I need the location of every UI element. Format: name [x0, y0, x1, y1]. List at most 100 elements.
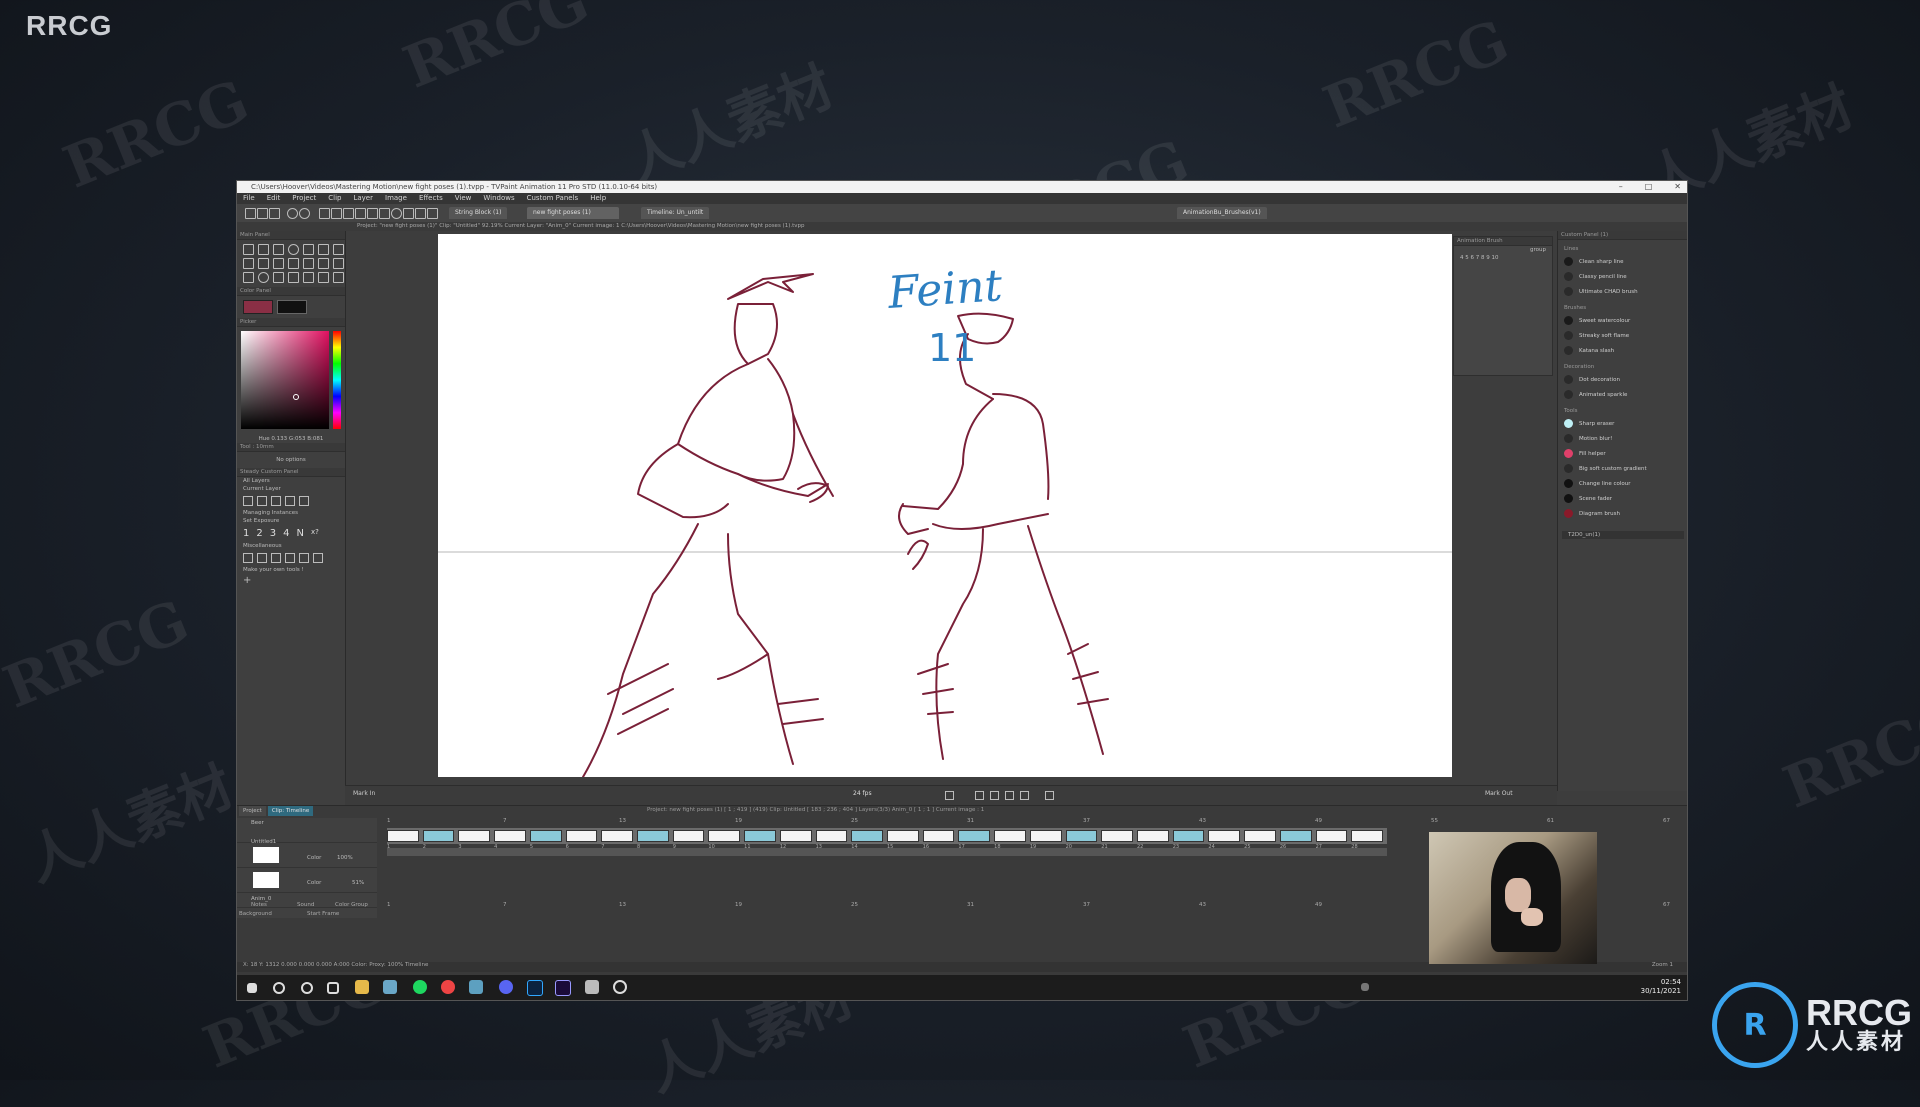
new-file-icon[interactable]	[245, 208, 256, 219]
loop-icon[interactable]	[1045, 791, 1054, 800]
instance-icon[interactable]	[243, 496, 253, 506]
timeline-cel[interactable]	[1029, 830, 1062, 842]
tool-icon[interactable]	[355, 208, 366, 219]
open-file-icon[interactable]	[257, 208, 268, 219]
brush-num[interactable]: 8	[1481, 255, 1485, 261]
premiere-icon[interactable]	[555, 980, 571, 996]
tool-icon[interactable]	[415, 208, 426, 219]
layer-opacity[interactable]: 100%	[337, 855, 353, 861]
maximize-button[interactable]: □	[1645, 181, 1653, 193]
all-layers-item[interactable]: All Layers	[237, 477, 345, 485]
rotate-tool-icon[interactable]	[258, 272, 269, 283]
timeline-cel[interactable]	[494, 830, 526, 842]
custom-panel-item[interactable]: Ultimate CHAD brush	[1558, 284, 1687, 299]
bezier-tool-icon[interactable]	[318, 244, 329, 255]
brush-num[interactable]: 6	[1471, 255, 1475, 261]
cortana-icon[interactable]	[301, 982, 313, 994]
menu-help[interactable]: Help	[590, 193, 606, 204]
tool-icon[interactable]	[303, 272, 314, 283]
system-clock[interactable]: 02:54 30/11/2021	[1641, 978, 1681, 996]
menu-clip[interactable]: Clip	[328, 193, 341, 204]
custom-panel-item[interactable]: Katana slash	[1558, 343, 1687, 358]
custom-panel-item[interactable]: Clean sharp line	[1558, 254, 1687, 269]
color-picker[interactable]	[241, 331, 341, 435]
timeline-cel[interactable]	[422, 830, 455, 842]
arrow-down-icon[interactable]	[285, 553, 295, 563]
tab-animation-brushes[interactable]: AnimationBu_Brushes(v1)	[1177, 207, 1267, 219]
hand-tool-icon[interactable]	[273, 258, 284, 269]
arrow-icon[interactable]	[243, 553, 253, 563]
layer-row[interactable]: Color 51%	[237, 868, 377, 893]
file-explorer-icon[interactable]	[355, 980, 369, 994]
tool-icon[interactable]	[343, 208, 354, 219]
custom-panel-item[interactable]: Sweet watercolour	[1558, 313, 1687, 328]
instance-icon[interactable]	[285, 496, 295, 506]
timeline-cel[interactable]	[815, 830, 848, 842]
timeline-cel[interactable]	[637, 830, 669, 842]
custom-panel-item[interactable]: Diagram brush	[1558, 506, 1687, 521]
primary-color-swatch[interactable]	[243, 300, 273, 314]
instance-icon[interactable]	[257, 496, 267, 506]
chrome-icon[interactable]	[441, 980, 455, 994]
menu-edit[interactable]: Edit	[267, 193, 281, 204]
tvpaint-icon[interactable]	[469, 980, 483, 994]
arrow-icon[interactable]	[257, 553, 267, 563]
play-stop-icon[interactable]	[945, 791, 954, 800]
secondary-color-swatch[interactable]	[277, 300, 307, 314]
exposure-3-button[interactable]: 3	[270, 528, 276, 539]
brush-tool-icon[interactable]	[243, 244, 254, 255]
notes-tab[interactable]: Notes	[251, 902, 267, 908]
sound-tab[interactable]: Sound	[297, 902, 314, 908]
timeline-cel[interactable]	[1351, 830, 1383, 842]
close-button[interactable]: ✕	[1674, 181, 1681, 193]
timeline-cel[interactable]	[958, 830, 991, 842]
tab-new-fight-poses[interactable]: new fight poses (1)	[527, 207, 619, 219]
menu-file[interactable]: File	[243, 193, 255, 204]
menu-image[interactable]: Image	[385, 193, 407, 204]
tab-clip-timeline[interactable]: Clip: Timeline	[267, 806, 314, 816]
hue-slider[interactable]	[333, 331, 341, 429]
start-button-icon[interactable]	[247, 983, 257, 993]
tab-timeline[interactable]: Timeline: Un_untilt	[641, 207, 710, 219]
last-frame-icon[interactable]	[1020, 791, 1029, 800]
brush-num[interactable]: 4	[1460, 255, 1464, 261]
layer-opacity[interactable]: 51%	[352, 880, 364, 886]
timeline-cel[interactable]	[565, 830, 598, 842]
brush-num[interactable]: 7	[1476, 255, 1480, 261]
tool-icon[interactable]	[318, 272, 329, 283]
instance-icon[interactable]	[271, 496, 281, 506]
timeline-cel[interactable]	[708, 830, 741, 842]
custom-panel-item[interactable]: Animated sparkle	[1558, 387, 1687, 402]
brush-num[interactable]: 10	[1492, 255, 1499, 261]
tool-icon[interactable]	[427, 208, 438, 219]
timeline-cel[interactable]	[922, 830, 955, 842]
saturation-square[interactable]	[241, 331, 329, 429]
fps-field[interactable]: 24 fps	[853, 790, 872, 797]
arrow-up-icon[interactable]	[271, 553, 281, 563]
timeline-cel[interactable]	[1315, 830, 1348, 842]
timeline-cel[interactable]	[1208, 830, 1241, 842]
text-tool-icon[interactable]	[303, 258, 314, 269]
timeline-cel[interactable]	[744, 830, 776, 842]
eraser-tool-icon[interactable]	[333, 244, 344, 255]
exposure-2-button[interactable]: 2	[256, 528, 262, 539]
color-group-tab[interactable]: Color Group	[335, 902, 368, 908]
stamp-tool-icon[interactable]	[288, 258, 299, 269]
mark-in-label[interactable]: Mark In	[353, 790, 375, 797]
layer-mode[interactable]: Color	[307, 855, 321, 861]
brush-num[interactable]: 5	[1465, 255, 1469, 261]
undo-icon[interactable]	[287, 208, 298, 219]
picker-cursor[interactable]	[293, 394, 299, 400]
timeline-cel[interactable]	[851, 830, 883, 842]
prev-frame-icon[interactable]	[990, 791, 999, 800]
timeline-track[interactable]	[387, 828, 1387, 844]
custom-panel-item[interactable]: Motion blur!	[1558, 431, 1687, 446]
exposure-1-button[interactable]: 1	[243, 528, 249, 539]
tool-icon[interactable]	[273, 272, 284, 283]
instance-icon[interactable]	[299, 496, 309, 506]
tab-string-block[interactable]: String Block (1)	[449, 207, 508, 219]
transform-tool-icon[interactable]	[243, 272, 254, 283]
timeline-cel[interactable]	[1065, 830, 1098, 842]
tool-icon[interactable]	[367, 208, 378, 219]
brush-num[interactable]: 9	[1486, 255, 1490, 261]
